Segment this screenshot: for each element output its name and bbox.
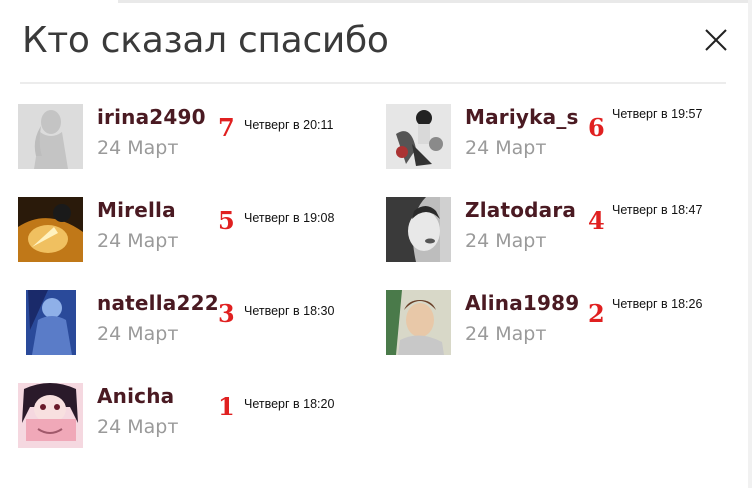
avatar-photo [386, 197, 451, 262]
username-link[interactable]: Mirella [97, 198, 176, 222]
time-label: Четверг в 18:26 [612, 297, 703, 311]
username-link[interactable]: Anicha [97, 384, 174, 408]
close-button[interactable] [700, 24, 732, 56]
username-link[interactable]: Alina1989 [465, 291, 579, 315]
thanks-entry: Mariyka_s 24 Март 6 Четверг в 19:57 [386, 104, 716, 170]
thanks-entry: natella222 24 Март 3 Четверг в 18:30 [18, 290, 348, 356]
date-label: 24 Март [97, 323, 179, 345]
avatar[interactable] [18, 383, 83, 448]
date-label: 24 Март [97, 230, 179, 252]
rank-number: 2 [588, 299, 605, 328]
thanks-entry: Zlatodara 24 Март 4 Четверг в 18:47 [386, 197, 716, 263]
thanks-entry: irina2490 24 Март 7 Четверг в 20:11 [18, 104, 348, 170]
rank-number: 7 [218, 113, 235, 142]
user-silhouette-icon [18, 104, 83, 169]
time-label: Четверг в 19:08 [244, 211, 335, 225]
avatar-photo [386, 104, 451, 169]
avatar[interactable] [386, 197, 451, 262]
rank-number: 3 [218, 299, 235, 328]
avatar-photo [386, 290, 451, 355]
avatar-photo [18, 197, 83, 262]
date-label: 24 Март [465, 230, 547, 252]
username-link[interactable]: Mariyka_s [465, 105, 579, 129]
avatar-photo [18, 383, 83, 448]
title-divider [20, 82, 726, 84]
thanks-entry: Mirella 24 Март 5 Четверг в 19:08 [18, 197, 348, 263]
username-link[interactable]: Zlatodara [465, 198, 576, 222]
avatar[interactable] [18, 197, 83, 262]
username-link[interactable]: irina2490 [97, 105, 206, 129]
date-label: 24 Март [465, 137, 547, 159]
time-label: Четверг в 18:20 [244, 397, 335, 411]
thanks-entry: Alina1989 24 Март 2 Четверг в 18:26 [386, 290, 716, 356]
rank-number: 6 [588, 113, 605, 142]
date-label: 24 Март [97, 137, 179, 159]
avatar[interactable] [18, 290, 83, 355]
dialog-title: Кто сказал спасибо [22, 20, 389, 61]
rank-number: 1 [218, 392, 235, 421]
username-link[interactable]: natella222 [97, 291, 219, 315]
avatar[interactable] [18, 104, 83, 169]
date-label: 24 Март [97, 416, 179, 438]
close-icon [705, 29, 727, 51]
avatar[interactable] [386, 290, 451, 355]
avatar-photo [18, 290, 83, 355]
rank-number: 5 [218, 206, 235, 235]
time-label: Четверг в 20:11 [244, 118, 334, 132]
page-edge-top [118, 0, 752, 3]
page-edge-right [748, 0, 752, 488]
rank-number: 4 [588, 206, 605, 235]
time-label: Четверг в 18:47 [612, 203, 703, 217]
thanks-entry: Anicha 24 Март 1 Четверг в 18:20 [18, 383, 348, 449]
time-label: Четверг в 19:57 [612, 107, 703, 121]
avatar[interactable] [386, 104, 451, 169]
date-label: 24 Март [465, 323, 547, 345]
time-label: Четверг в 18:30 [244, 304, 335, 318]
